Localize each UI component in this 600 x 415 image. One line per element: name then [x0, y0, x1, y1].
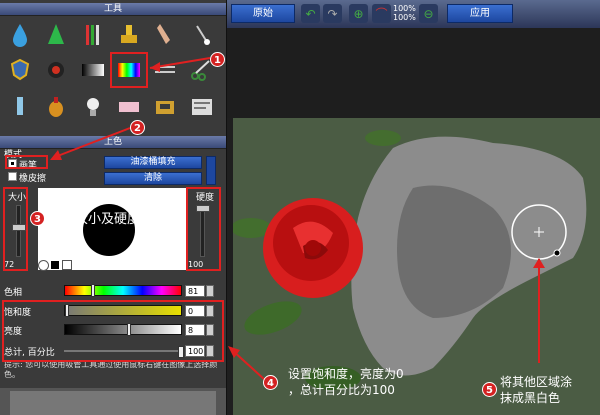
step-2-badge: 2 [130, 120, 145, 135]
step-4-text-1: 设置饱和度，亮度为0 [288, 367, 404, 381]
step-3-badge: 3 [30, 211, 45, 226]
step-5-text-1: 将其他区域涂 [500, 375, 573, 389]
step-5-text-2: 抹成黑白色 [500, 391, 561, 405]
step-3-text: 设置大小及硬度 [49, 212, 141, 227]
step-1-badge: 1 [210, 52, 225, 67]
step-4-text-2: ，总计百分比为100 [288, 383, 395, 397]
step-5-badge: 5 [482, 382, 497, 397]
step-4-badge: 4 [263, 375, 278, 390]
